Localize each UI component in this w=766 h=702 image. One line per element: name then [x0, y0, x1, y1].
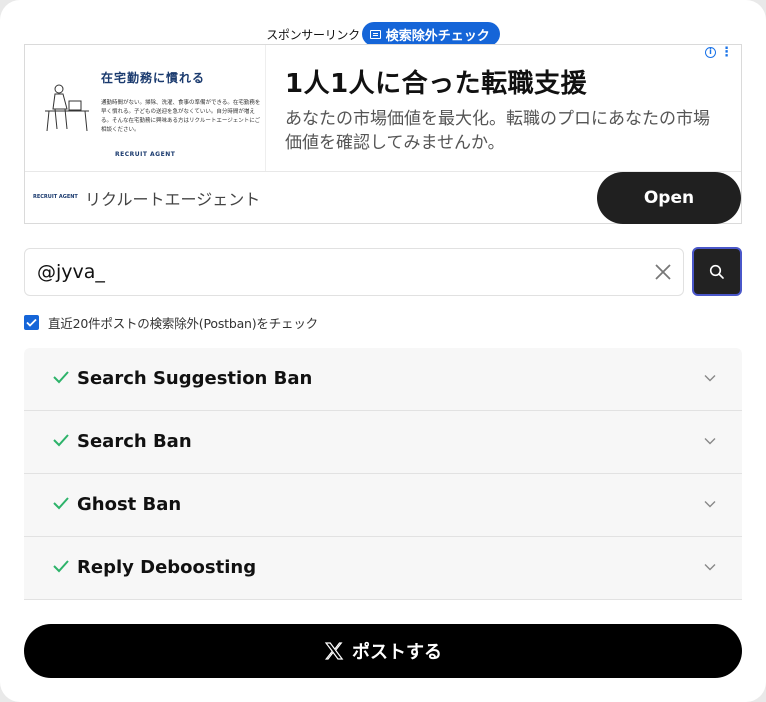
accordion-label: Ghost Ban	[77, 494, 182, 515]
ad-thumbnail[interactable]: 在宅勤務に慣れる 通勤時間がない。掃除、洗濯、食事の準備ができる。在宅勤務を早く…	[25, 45, 266, 171]
tool-badge[interactable]: 検索除外チェック	[361, 22, 500, 46]
postban-label[interactable]: 直近20件ポストの検索除外(Postban)をチェック	[48, 313, 318, 332]
tool-badge-label: 検索除外チェック	[385, 28, 490, 44]
chevron-down-icon	[704, 564, 716, 571]
ad-headline[interactable]: 1人1人に合った転職支援	[285, 63, 587, 100]
accordion-search-suggestion-ban[interactable]: Search Suggestion Ban	[24, 348, 742, 410]
advertiser-logo: RECRUIT AGENT	[33, 194, 78, 200]
thumbnail-body: 通勤時間がない。掃除、洗濯、食事の準備ができる。在宅勤務を早く慣れる。子どもの送…	[101, 100, 261, 133]
checkmark-icon	[26, 318, 37, 327]
accordion-label: Search Suggestion Ban	[77, 368, 313, 389]
ad-banner[interactable]: 在宅勤務に慣れる 通勤時間がない。掃除、洗濯、食事の準備ができる。在宅勤務を早く…	[24, 44, 742, 224]
ad-footer: RECRUIT AGENT リクルートエージェント Open	[25, 171, 741, 224]
check-icon	[53, 371, 69, 384]
thumbnail-title: 在宅勤務に慣れる	[101, 71, 206, 85]
thumbnail-logo: RECRUIT AGENT	[115, 151, 176, 158]
sponsor-label: スポンサーリンク	[266, 27, 360, 42]
advertiser-name[interactable]: リクルートエージェント	[85, 186, 260, 210]
check-icon	[53, 560, 69, 573]
ad-description: あなたの市場価値を最大化。転職のプロにあなたの市場価値を確認してみませんか。	[285, 109, 710, 153]
chevron-down-icon	[704, 501, 716, 508]
chevron-down-icon	[704, 438, 716, 445]
document-icon	[369, 29, 381, 39]
info-icon[interactable]: i	[705, 47, 716, 58]
search-icon	[709, 264, 724, 279]
check-icon	[53, 497, 69, 510]
accordion-label: Reply Deboosting	[77, 557, 257, 578]
post-button-label: ポストする	[352, 642, 442, 663]
accordion-reply-deboosting[interactable]: Reply Deboosting	[24, 537, 742, 599]
x-logo-icon	[324, 642, 344, 660]
search-input[interactable]	[37, 261, 637, 283]
open-button[interactable]: Open	[597, 172, 741, 224]
accordion-ghost-ban[interactable]: Ghost Ban	[24, 474, 742, 536]
postban-checkbox[interactable]	[24, 315, 39, 330]
more-options-icon[interactable]: ⋮	[720, 46, 733, 59]
postban-option: 直近20件ポストの検索除外(Postban)をチェック	[24, 313, 318, 332]
post-button[interactable]: ポストする	[24, 624, 742, 678]
chevron-down-icon	[704, 375, 716, 382]
search-button[interactable]	[692, 247, 742, 296]
divider	[24, 599, 742, 600]
ad-choices[interactable]: i ⋮	[705, 46, 733, 59]
illustration-icon	[45, 84, 89, 132]
page-card: スポンサーリンク 検索除外チェック 在宅勤務に慣れる 通勤時間がない。掃除、洗濯…	[0, 0, 766, 702]
accordion-search-ban[interactable]: Search Ban	[24, 411, 742, 473]
check-icon	[53, 434, 69, 447]
search-box	[24, 248, 684, 296]
accordion-label: Search Ban	[77, 431, 192, 452]
sponsor-header: スポンサーリンク 検索除外チェック	[0, 22, 766, 46]
clear-icon[interactable]	[653, 261, 673, 283]
